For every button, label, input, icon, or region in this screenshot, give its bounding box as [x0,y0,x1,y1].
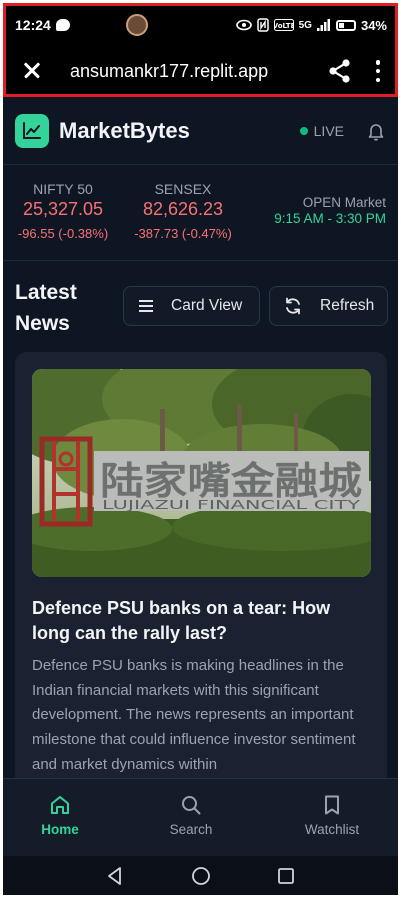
market-status-label: OPEN Market [302,195,386,210]
market-ticker: NIFTY 50 25,327.05 -96.55 (-0.38%) SENSE… [3,165,398,261]
bookmark-icon [325,795,339,815]
list-icon [139,300,153,312]
live-indicator: LIVE [299,122,344,139]
battery-level: 34% [360,17,387,33]
section-title-line1: Latest [15,281,77,304]
section-title: Latest News [15,277,77,339]
status-bar: 12:24 VoLTE 5G 34% [6,6,395,44]
signal-icon [316,19,330,31]
index-name: SENSEX [154,181,212,197]
volte-icon: VoLTE [273,19,294,31]
app-name: MarketBytes [59,117,190,143]
bell-icon[interactable] [366,121,386,141]
tab-search[interactable]: Search [136,794,246,837]
index-value: 25,327.05 [22,199,104,219]
search-icon [182,796,201,815]
svg-text:VoLTE: VoLTE [274,22,294,30]
url-bar: ansumankr177.replit.app [6,46,395,96]
image-sign-chinese: 陆家嘴金融城 [100,459,362,503]
app-header: MarketBytes LIVE [3,97,398,165]
status-icons: VoLTE 5G 34% [235,17,387,33]
refresh-label: Refresh [320,297,375,314]
section-title-line2: News [15,312,70,335]
home-circle-icon[interactable] [191,866,211,886]
app-notification-icon [125,14,148,36]
tab-home-label: Home [41,822,79,837]
close-icon[interactable] [20,59,44,83]
chat-notification-icon [55,19,70,31]
battery-icon [335,19,356,31]
card-view-label: Card View [171,297,243,314]
browser-chrome: 12:24 VoLTE 5G 34% ansumankr177.replit.a… [3,3,398,97]
index-value: 82,626.23 [142,199,224,219]
article-title[interactable]: Defence PSU banks on a tear: How long ca… [32,596,372,646]
market-status: OPEN Market 9:15 AM - 3:30 PM [274,195,386,226]
tab-home[interactable]: Home [5,794,115,837]
eye-icon [235,19,252,31]
index-sensex[interactable]: SENSEX 82,626.23 -387.73 (-0.47%) [129,181,237,241]
back-icon[interactable] [105,866,125,886]
recents-icon[interactable] [277,867,295,885]
refresh-button[interactable]: Refresh [269,286,388,326]
chart-logo-icon [15,113,49,148]
home-icon [51,796,69,814]
market-hours: 9:15 AM - 3:30 PM [274,211,386,226]
news-card[interactable]: 陆家嘴金融城 LUJIAZUI FINANCIAL CITY Defence P… [15,352,387,832]
index-change: -387.73 (-0.47%) [134,226,232,241]
tab-watchlist[interactable]: Watchlist [277,794,387,837]
article-image[interactable]: 陆家嘴金融城 LUJIAZUI FINANCIAL CITY [32,369,371,577]
index-name: NIFTY 50 [33,181,93,197]
system-nav-bar [3,856,398,895]
refresh-icon [286,297,300,315]
network-type: 5G [298,19,312,31]
live-dot-icon [299,126,308,135]
status-time: 12:24 [15,17,51,33]
image-sign-english: LUJIAZUI FINANCIAL CITY [102,498,361,512]
tab-watchlist-label: Watchlist [304,822,360,837]
bottom-nav: Home Search Watchlist [3,778,398,856]
url-text[interactable]: ansumankr177.replit.app [70,61,268,82]
card-view-button[interactable]: Card View [123,286,260,326]
tab-search-label: Search [169,822,213,837]
app-frame: 12:24 VoLTE 5G 34% ansumankr177.replit.a… [3,3,398,895]
live-label: LIVE [313,122,344,139]
index-change: -96.55 (-0.38%) [17,226,109,241]
share-icon[interactable] [327,58,353,84]
article-excerpt: Defence PSU banks is making headlines in… [32,657,356,773]
more-options-icon[interactable] [375,60,381,82]
index-nifty[interactable]: NIFTY 50 25,327.05 -96.55 (-0.38%) [13,181,113,241]
nfc-icon [256,18,269,32]
